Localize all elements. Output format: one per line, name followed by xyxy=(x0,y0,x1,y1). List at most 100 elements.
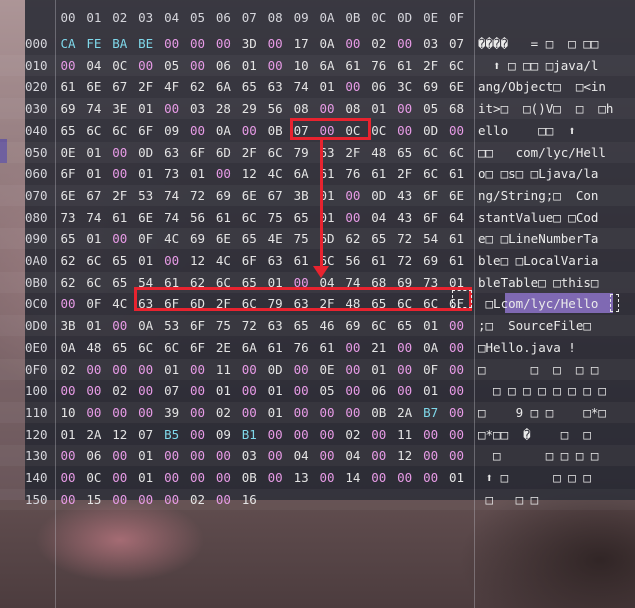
byte-cell[interactable]: 00 xyxy=(83,380,105,401)
byte-cell[interactable]: 72 xyxy=(187,185,209,206)
byte-cell[interactable]: 00 xyxy=(187,33,209,54)
byte-cell[interactable]: 00 xyxy=(109,228,131,249)
byte-cell[interactable]: 62 xyxy=(342,228,364,249)
byte-cell[interactable]: 01 xyxy=(316,76,338,97)
byte-cell[interactable]: 48 xyxy=(83,337,105,358)
byte-cell[interactable]: 00 xyxy=(109,489,131,510)
byte-cell[interactable]: 00 xyxy=(109,359,131,380)
byte-cell[interactable]: 6E xyxy=(446,185,468,206)
byte-cell[interactable]: 00 xyxy=(264,424,286,445)
byte-cell[interactable]: 65 xyxy=(109,272,131,293)
byte-cell[interactable]: 69 xyxy=(420,250,442,271)
byte-cell[interactable]: 01 xyxy=(57,424,79,445)
byte-cell[interactable]: 61 xyxy=(109,207,131,228)
byte-cell[interactable]: 2F xyxy=(394,163,416,184)
byte-cell[interactable]: 69 xyxy=(187,228,209,249)
byte-cell[interactable]: 00 xyxy=(368,424,390,445)
byte-cell[interactable]: 01 xyxy=(135,163,157,184)
byte-cell[interactable]: 00 xyxy=(161,467,183,488)
byte-cell[interactable]: 73 xyxy=(57,207,79,228)
byte-cell[interactable]: 6F xyxy=(187,337,209,358)
byte-cell[interactable]: 03 xyxy=(420,33,442,54)
byte-cell[interactable]: 00 xyxy=(290,424,312,445)
byte-cell[interactable]: 6F xyxy=(135,120,157,141)
byte-cell[interactable]: 01 xyxy=(135,445,157,466)
byte-cell[interactable]: 76 xyxy=(368,55,390,76)
byte-cell[interactable]: 65 xyxy=(290,315,312,336)
byte-cell[interactable]: 02 xyxy=(187,489,209,510)
byte-cell[interactable]: BE xyxy=(135,33,157,54)
byte-cell[interactable]: 65 xyxy=(368,228,390,249)
byte-cell[interactable]: 3B xyxy=(57,315,79,336)
byte-cell[interactable]: 05 xyxy=(316,380,338,401)
byte-cell[interactable]: 02 xyxy=(342,424,364,445)
byte-cell[interactable]: 61 xyxy=(446,163,468,184)
byte-cell[interactable]: 01 xyxy=(187,163,209,184)
byte-cell[interactable]: 4F xyxy=(161,76,183,97)
byte-cell[interactable]: 00 xyxy=(187,380,209,401)
ascii-text[interactable]: ang/Object□ □<in xyxy=(478,76,635,97)
ascii-text[interactable]: □ 9 □ □ □*□ xyxy=(478,402,635,423)
byte-cell[interactable]: B7 xyxy=(420,402,442,423)
byte-cell[interactable]: 01 xyxy=(368,98,390,119)
byte-cell[interactable]: 6A xyxy=(316,55,338,76)
byte-cell[interactable]: 00 xyxy=(446,337,468,358)
byte-cell[interactable]: 00 xyxy=(446,445,468,466)
byte-cell[interactable]: 03 xyxy=(187,98,209,119)
byte-cell[interactable]: 0A xyxy=(57,337,79,358)
byte-cell[interactable]: 04 xyxy=(342,445,364,466)
byte-cell[interactable]: 00 xyxy=(394,33,416,54)
byte-cell[interactable]: 6E xyxy=(83,76,105,97)
byte-cell[interactable]: 61 xyxy=(368,250,390,271)
byte-cell[interactable]: 0D xyxy=(135,142,157,163)
byte-cell[interactable]: 79 xyxy=(290,142,312,163)
byte-cell[interactable]: 62 xyxy=(57,250,79,271)
byte-cell[interactable]: 0C xyxy=(83,467,105,488)
byte-cell[interactable]: 01 xyxy=(135,467,157,488)
byte-cell[interactable]: 06 xyxy=(83,445,105,466)
byte-cell[interactable]: 00 xyxy=(212,445,234,466)
byte-cell[interactable]: 01 xyxy=(238,55,260,76)
byte-cell[interactable]: 00 xyxy=(394,359,416,380)
byte-cell[interactable]: 00 xyxy=(57,55,79,76)
ascii-text[interactable]: o□ □s□ □Ljava/la xyxy=(478,163,635,184)
byte-cell[interactable]: 2F xyxy=(109,185,131,206)
byte-cell[interactable]: 00 xyxy=(238,402,260,423)
byte-cell[interactable]: 6A xyxy=(238,337,260,358)
byte-cell[interactable]: 06 xyxy=(212,55,234,76)
ascii-text[interactable]: ⬆ □ □□ □java/l xyxy=(478,55,635,76)
byte-cell[interactable]: 2F xyxy=(342,142,364,163)
byte-cell[interactable]: 65 xyxy=(109,337,131,358)
ascii-text[interactable]: □□ com/lyc/Hell xyxy=(478,142,635,163)
byte-cell[interactable]: 6F xyxy=(420,207,442,228)
byte-cell[interactable]: 53 xyxy=(161,315,183,336)
byte-cell[interactable]: 00 xyxy=(57,445,79,466)
byte-cell[interactable]: 00 xyxy=(316,98,338,119)
byte-cell[interactable]: 01 xyxy=(212,380,234,401)
ascii-text[interactable]: ello □□ ⬆ xyxy=(478,120,635,141)
byte-cell[interactable]: 00 xyxy=(316,402,338,423)
ascii-text[interactable]: □Hello.java ! xyxy=(478,337,635,358)
byte-cell[interactable]: 03 xyxy=(238,445,260,466)
byte-cell[interactable]: 00 xyxy=(57,293,79,314)
byte-cell[interactable]: 00 xyxy=(316,467,338,488)
byte-cell[interactable]: 00 xyxy=(109,142,131,163)
byte-cell[interactable]: 12 xyxy=(109,424,131,445)
byte-cell[interactable]: 00 xyxy=(446,315,468,336)
ascii-text[interactable]: □*□□ � □ □ xyxy=(478,424,635,445)
byte-cell[interactable]: 00 xyxy=(238,359,260,380)
ascii-text[interactable]: □ □ □ □ □ xyxy=(478,359,635,380)
byte-cell[interactable]: 64 xyxy=(446,207,468,228)
byte-cell[interactable]: 56 xyxy=(342,250,364,271)
byte-cell[interactable]: 61 xyxy=(264,337,286,358)
byte-cell[interactable]: 65 xyxy=(57,120,79,141)
byte-cell[interactable]: 65 xyxy=(238,228,260,249)
byte-cell[interactable]: 0F xyxy=(83,293,105,314)
byte-cell[interactable]: 6C xyxy=(83,272,105,293)
byte-cell[interactable]: 28 xyxy=(212,98,234,119)
byte-cell[interactable]: 0F xyxy=(135,228,157,249)
byte-cell[interactable]: 4C xyxy=(161,228,183,249)
byte-cell[interactable]: 09 xyxy=(161,120,183,141)
ascii-text[interactable]: ble□ □LocalVaria xyxy=(478,250,635,271)
byte-cell[interactable]: 00 xyxy=(290,359,312,380)
